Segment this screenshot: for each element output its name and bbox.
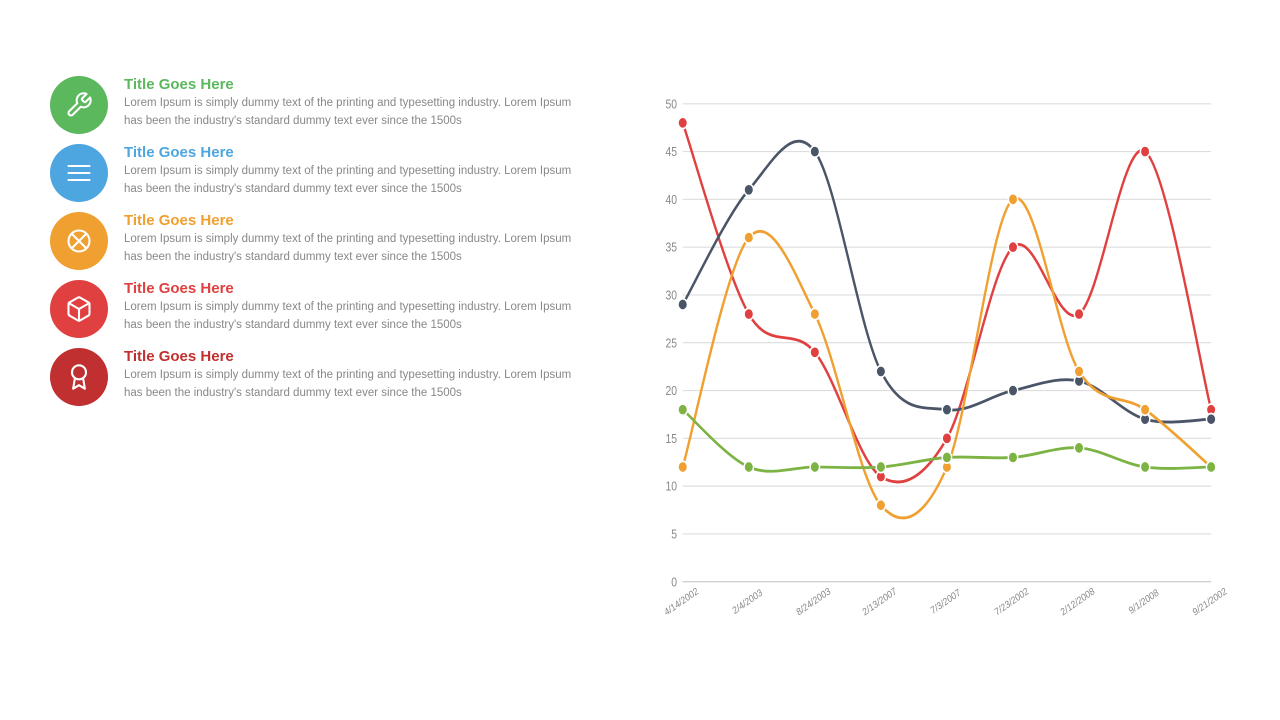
svg-text:10: 10 — [666, 481, 678, 494]
badge-icon — [50, 348, 108, 406]
svg-text:0: 0 — [671, 576, 677, 589]
list-item-5: Title Goes Here Lorem Ipsum is simply du… — [50, 348, 590, 406]
wrench-icon — [50, 76, 108, 134]
list-item-2: Title Goes Here Lorem Ipsum is simply du… — [50, 144, 590, 202]
item-text-1: Title Goes Here Lorem Ipsum is simply du… — [124, 76, 590, 131]
svg-text:5: 5 — [671, 529, 677, 542]
svg-text:8/24/2003: 8/24/2003 — [794, 585, 832, 618]
svg-text:25: 25 — [666, 337, 678, 350]
svg-text:2/4/2003: 2/4/2003 — [730, 586, 764, 616]
svg-text:9/1/2008: 9/1/2008 — [1127, 586, 1161, 616]
item-title-3: Title Goes Here — [124, 212, 590, 229]
cube-icon — [50, 280, 108, 338]
svg-text:7/23/2002: 7/23/2002 — [993, 585, 1031, 618]
item-body-1: Lorem Ipsum is simply dummy text of the … — [124, 95, 590, 131]
item-body-2: Lorem Ipsum is simply dummy text of the … — [124, 163, 590, 199]
item-text-2: Title Goes Here Lorem Ipsum is simply du… — [124, 144, 590, 199]
content-area: Title Goes Here Lorem Ipsum is simply du… — [50, 76, 1230, 690]
item-title-1: Title Goes Here — [124, 76, 590, 93]
svg-text:9/21/2002: 9/21/2002 — [1191, 585, 1229, 618]
svg-text:7/3/2007: 7/3/2007 — [929, 586, 963, 616]
svg-text:35: 35 — [666, 242, 678, 255]
item-body-5: Lorem Ipsum is simply dummy text of the … — [124, 367, 590, 403]
item-title-2: Title Goes Here — [124, 144, 590, 161]
cross-icon — [50, 212, 108, 270]
chart-panel: 0 5 10 15 20 25 30 35 40 45 50 4/14/2002 2/4/2003 8/2… — [610, 76, 1230, 690]
burger-icon — [50, 144, 108, 202]
item-text-3: Title Goes Here Lorem Ipsum is simply du… — [124, 212, 590, 267]
svg-text:15: 15 — [666, 433, 678, 446]
header — [50, 40, 1230, 46]
svg-text:45: 45 — [666, 146, 678, 159]
svg-text:40: 40 — [666, 194, 678, 207]
svg-text:2/13/2007: 2/13/2007 — [860, 585, 898, 618]
item-text-5: Title Goes Here Lorem Ipsum is simply du… — [124, 348, 590, 403]
left-panel: Title Goes Here Lorem Ipsum is simply du… — [50, 76, 590, 690]
svg-text:2/12/2008: 2/12/2008 — [1059, 585, 1097, 618]
list-item-1: Title Goes Here Lorem Ipsum is simply du… — [50, 76, 590, 134]
svg-text:4/14/2002: 4/14/2002 — [662, 585, 700, 618]
svg-text:20: 20 — [666, 385, 678, 398]
slide-container: Title Goes Here Lorem Ipsum is simply du… — [0, 0, 1280, 720]
svg-text:30: 30 — [666, 290, 678, 303]
item-title-5: Title Goes Here — [124, 348, 590, 365]
item-body-4: Lorem Ipsum is simply dummy text of the … — [124, 299, 590, 335]
item-title-4: Title Goes Here — [124, 280, 590, 297]
item-body-3: Lorem Ipsum is simply dummy text of the … — [124, 231, 590, 267]
list-item-4: Title Goes Here Lorem Ipsum is simply du… — [50, 280, 590, 338]
item-text-4: Title Goes Here Lorem Ipsum is simply du… — [124, 280, 590, 335]
svg-text:50: 50 — [666, 99, 678, 112]
list-item-3: Title Goes Here Lorem Ipsum is simply du… — [50, 212, 590, 270]
line-chart: 0 5 10 15 20 25 30 35 40 45 50 4/14/2002 2/4/2003 8/2… — [645, 81, 1230, 650]
